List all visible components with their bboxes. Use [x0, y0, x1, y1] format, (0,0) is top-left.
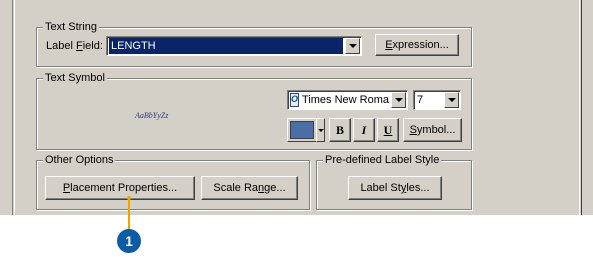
label-field-label: Label Field:	[46, 40, 103, 52]
label-properties-panel: Text String Label Field: LENGTH Expressi…	[0, 0, 593, 215]
text-string-legend: Text String	[43, 21, 99, 34]
predefined-style-legend: Pre-defined Label Style	[323, 154, 442, 167]
font-size-dropdown[interactable]: 7	[413, 90, 461, 110]
chevron-down-icon[interactable]	[444, 92, 459, 108]
text-color-button[interactable]	[287, 118, 317, 142]
other-options-legend: Other Options	[43, 154, 116, 167]
text-symbol-legend: Text Symbol	[43, 72, 107, 85]
font-name-dropdown[interactable]: O Times New Roma	[287, 90, 408, 110]
symbol-button[interactable]: Symbol...	[403, 118, 462, 142]
label-styles-button[interactable]: Label St y les...	[348, 176, 442, 200]
callout-number-badge: 1	[117, 229, 141, 253]
text-preview: AaBbYyZz	[135, 111, 169, 120]
callout-leader-dot	[127, 196, 131, 200]
italic-button[interactable]: I	[353, 118, 375, 142]
right-border	[579, 0, 593, 215]
callout-leader-line	[128, 197, 130, 231]
label-field-dropdown[interactable]: LENGTH	[106, 36, 362, 56]
color-dropdown-arrow[interactable]	[316, 118, 325, 142]
font-name-value: Times New Roma	[302, 94, 389, 106]
color-swatch	[290, 121, 314, 139]
chevron-down-icon[interactable]	[391, 92, 406, 108]
underline-button[interactable]: U	[377, 118, 399, 142]
left-border	[12, 0, 15, 215]
label-field-value: LENGTH	[109, 38, 343, 54]
opentype-font-icon: O	[290, 93, 300, 107]
bold-button[interactable]: B	[329, 118, 351, 142]
scale-range-button[interactable]: Scale Ra n ge...	[201, 176, 298, 200]
chevron-down-icon[interactable]	[345, 38, 360, 54]
font-size-value: 7	[417, 94, 424, 106]
placement-properties-button[interactable]: Placement Properties...	[45, 176, 195, 200]
expression-button[interactable]: Expression...	[375, 34, 459, 56]
